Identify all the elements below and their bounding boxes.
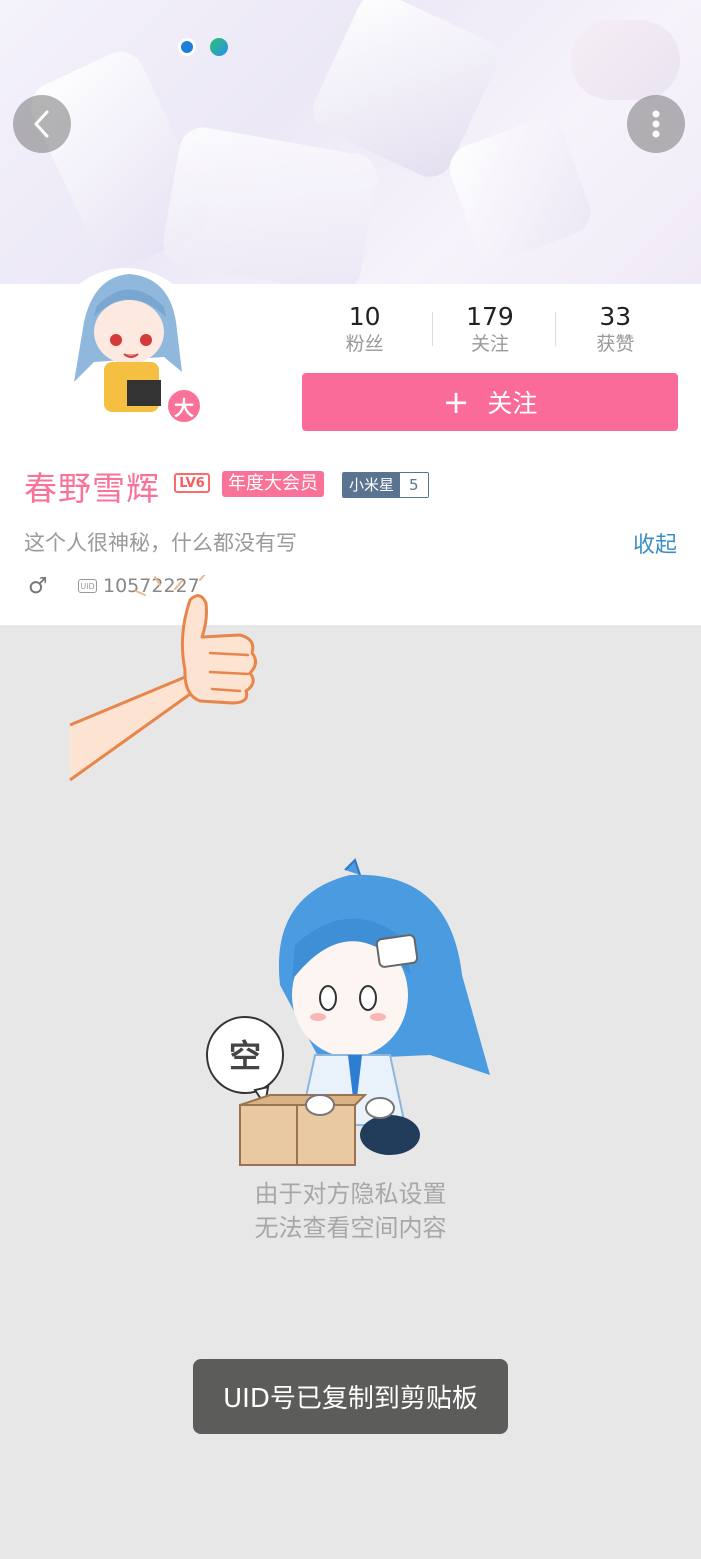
more-button[interactable] xyxy=(627,95,685,153)
follow-label: 关注 xyxy=(487,389,538,418)
male-gender-icon: ♂ xyxy=(28,574,48,599)
vip-avatar-badge: 大 xyxy=(166,388,202,424)
video-app-status-icon xyxy=(210,38,228,56)
thumbs-up-icon xyxy=(69,575,257,782)
profile-banner xyxy=(0,0,701,284)
mistar-level: 5 xyxy=(400,473,428,497)
plus-icon: + xyxy=(442,383,470,421)
stat-fans[interactable]: 10 粉丝 xyxy=(302,302,427,362)
toast-notification: UID号已复制到剪贴板 xyxy=(193,1359,508,1434)
vip-badge[interactable]: 年度大会员 xyxy=(222,471,324,497)
stat-value: 10 xyxy=(348,302,381,331)
banner-decoration xyxy=(159,123,381,284)
stat-value: 33 xyxy=(599,302,632,331)
follow-button[interactable]: + 关注 xyxy=(302,373,678,431)
stat-label: 粉丝 xyxy=(345,333,384,355)
empty-message-line2: 无法查看空间内容 xyxy=(254,1214,447,1242)
stat-label: 获赞 xyxy=(596,333,635,355)
stat-likes[interactable]: 33 获赞 xyxy=(553,302,678,362)
banner-decoration xyxy=(570,20,680,100)
stat-value: 179 xyxy=(466,302,514,331)
stat-following[interactable]: 179 关注 xyxy=(427,302,552,362)
avatar[interactable]: 大 xyxy=(50,262,204,424)
back-button[interactable] xyxy=(13,95,71,153)
stats-bar: 10 粉丝 179 关注 33 获赞 xyxy=(302,302,678,362)
level-badge: LV6 xyxy=(174,473,210,493)
chevron-left-icon xyxy=(34,110,49,138)
empty-message-line1: 由于对方隐私设置 xyxy=(254,1180,447,1208)
collapse-link[interactable]: 收起 xyxy=(633,527,677,559)
empty-state-illustration: 空 xyxy=(206,858,490,1166)
stat-label: 关注 xyxy=(470,333,509,355)
more-vertical-icon xyxy=(652,110,660,138)
banner-decoration xyxy=(443,113,597,267)
app-status-icon xyxy=(178,38,196,56)
mistar-label: 小米星 xyxy=(343,473,401,497)
username: 春野雪辉 xyxy=(24,469,160,508)
signature: 这个人很神秘，什么都没有写 xyxy=(24,531,297,555)
mistar-badge[interactable]: 小米星 5 xyxy=(342,472,429,498)
empty-bubble-text: 空 xyxy=(229,1037,261,1075)
